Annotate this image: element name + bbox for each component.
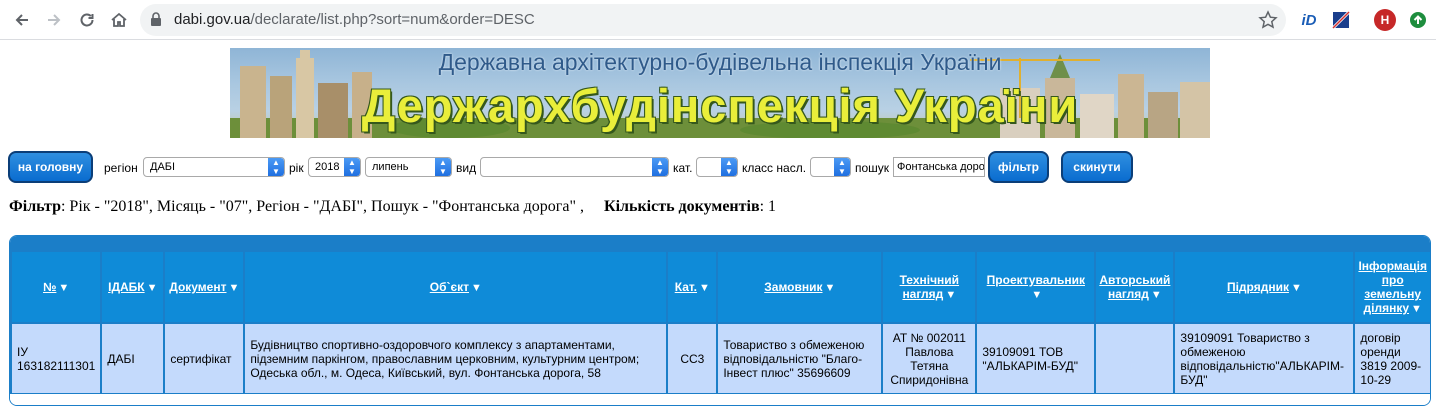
sort-desc-icon: ▼ [228, 282, 240, 294]
region-label: регіон [104, 161, 138, 175]
cell-designer: 39109091 ТОВ "АЛЬКАРІМ-БУД" [977, 324, 1095, 393]
sort-header-designer[interactable]: Проектувальник▼ [977, 252, 1095, 322]
class-select[interactable]: ▲ ▼ [810, 157, 851, 177]
filter-summary: Фільтр: Рік - "2018", Місяць - "07", Рег… [9, 198, 776, 216]
declarations-table: № ▼ ІДАБК ▼ Документ ▼ Об`єкт ▼ Кат. ▼ Замовн… [9, 235, 1431, 406]
table-row: ІУ 163182111301 ДАБІ сертифікат Будівниц… [12, 324, 1430, 393]
class-label: класс насл. [742, 161, 807, 175]
cell-customer: Товариство з обмеженою відповідальністю … [718, 324, 882, 393]
category-select[interactable]: ▲ ▼ [696, 157, 738, 177]
search-label: пошук [855, 161, 890, 175]
cell-author-supervision [1096, 324, 1174, 393]
cell-idabk: ДАБІ [102, 324, 164, 393]
table-top-bar [10, 236, 1430, 250]
search-input[interactable]: Фонтанська дорога [893, 157, 985, 177]
type-select[interactable]: ▲ ▼ [480, 157, 669, 177]
profile-avatar[interactable]: H [1374, 9, 1396, 31]
banner-title: Держархбудінспекція України [361, 79, 1079, 132]
cell-num: ІУ 163182111301 [12, 324, 101, 393]
chevron-updown-icon: ▲ ▼ [721, 158, 737, 176]
chevron-updown-icon: ▲ ▼ [435, 158, 451, 176]
sort-desc-icon: ▼ [1411, 303, 1422, 315]
sort-header-land-info[interactable]: Інформація про земельну ділянку ▼ [1355, 252, 1430, 322]
sort-desc-icon: ▼ [1150, 289, 1162, 301]
filter-summary-label: Фільтр [9, 198, 61, 215]
sort-header-contractor[interactable]: Підрядник ▼ [1175, 252, 1354, 322]
filter-summary-text: : Рік - "2018", Місяць - "07", Регіон - … [60, 198, 584, 215]
sort-desc-icon: ▼ [824, 282, 836, 294]
sort-desc-icon: ▼ [471, 282, 482, 294]
chevron-updown-icon: ▲ ▼ [834, 158, 850, 176]
cell-contractor: 39109091 Товариство з обмеженою відповід… [1175, 324, 1354, 393]
url-text: dabi.gov.ua/declarate/list.php?sort=num&… [174, 11, 535, 28]
address-bar[interactable]: dabi.gov.ua/declarate/list.php?sort=num&… [140, 4, 1286, 36]
sort-desc-icon: ▼ [1290, 282, 1302, 294]
chevron-updown-icon: ▲ ▼ [344, 158, 360, 176]
cell-document: сертифікат [165, 324, 244, 393]
table-footer [10, 394, 1430, 405]
cell-object: Будівництво спортивно-оздоровчого компле… [245, 324, 667, 393]
sort-header-num[interactable]: № ▼ [12, 252, 101, 322]
table-header-row: № ▼ ІДАБК ▼ Документ ▼ Об`єкт ▼ Кат. ▼ Замовн… [12, 252, 1430, 322]
header-banner: Державна архітектурно-будівельна інспекц… [230, 48, 1210, 138]
banner-subtitle: Державна архітектурно-будівельна інспекц… [438, 49, 1002, 75]
sort-header-author-supervision[interactable]: Авторський нагляд ▼ [1096, 252, 1174, 322]
sort-desc-icon: ▼ [58, 282, 70, 294]
chevron-updown-icon: ▲ ▼ [652, 158, 668, 176]
chevron-updown-icon: ▲ ▼ [268, 158, 284, 176]
cell-land-info: договір оренди 3819 2009-10-29 [1355, 324, 1430, 393]
back-arrow-icon[interactable] [10, 8, 34, 32]
category-label: кат. [673, 161, 693, 175]
document-count-label: Кількість документів [603, 198, 760, 215]
sort-header-customer[interactable]: Замовник ▼ [718, 252, 882, 322]
sort-desc-icon: ▼ [1031, 289, 1043, 301]
cell-category: СС3 [668, 324, 717, 393]
home-icon[interactable] [107, 8, 131, 32]
year-label: рік [289, 161, 304, 175]
sort-header-document[interactable]: Документ ▼ [165, 252, 244, 322]
reset-button[interactable]: скинути [1061, 151, 1133, 183]
reload-icon[interactable] [75, 8, 99, 32]
region-select[interactable]: ДАБІ ▲ ▼ [143, 157, 285, 177]
month-select[interactable]: липень ▲ ▼ [365, 157, 452, 177]
type-label: вид [456, 161, 477, 175]
sort-desc-icon: ▼ [699, 282, 710, 294]
document-count-value: : 1 [759, 198, 777, 215]
id-extension-icon[interactable]: iD [1298, 9, 1320, 31]
sort-desc-icon: ▼ [945, 289, 957, 301]
sort-header-object[interactable]: Об`єкт ▼ [245, 252, 667, 322]
year-select[interactable]: 2018 ▲ ▼ [308, 157, 361, 177]
flag-extension-icon[interactable] [1330, 9, 1352, 31]
browser-toolbar: dabi.gov.ua/declarate/list.php?sort=num&… [0, 0, 1436, 40]
sort-desc-icon: ▼ [146, 282, 158, 294]
sort-header-tech-supervision[interactable]: Технічний нагляд ▼ [883, 252, 976, 322]
forward-arrow-icon[interactable] [42, 8, 66, 32]
sort-header-idabk[interactable]: ІДАБК ▼ [102, 252, 164, 322]
bookmark-star-icon[interactable] [1258, 10, 1278, 35]
update-arrow-icon[interactable] [1407, 9, 1429, 31]
sort-header-category[interactable]: Кат. ▼ [668, 252, 717, 322]
home-button[interactable]: на головну [8, 151, 93, 183]
filter-button[interactable]: фільтр [988, 151, 1049, 183]
lock-icon [150, 12, 162, 32]
cell-tech-supervision: АТ № 002011 Павлова Тетяна Спиридонівна [883, 324, 976, 393]
